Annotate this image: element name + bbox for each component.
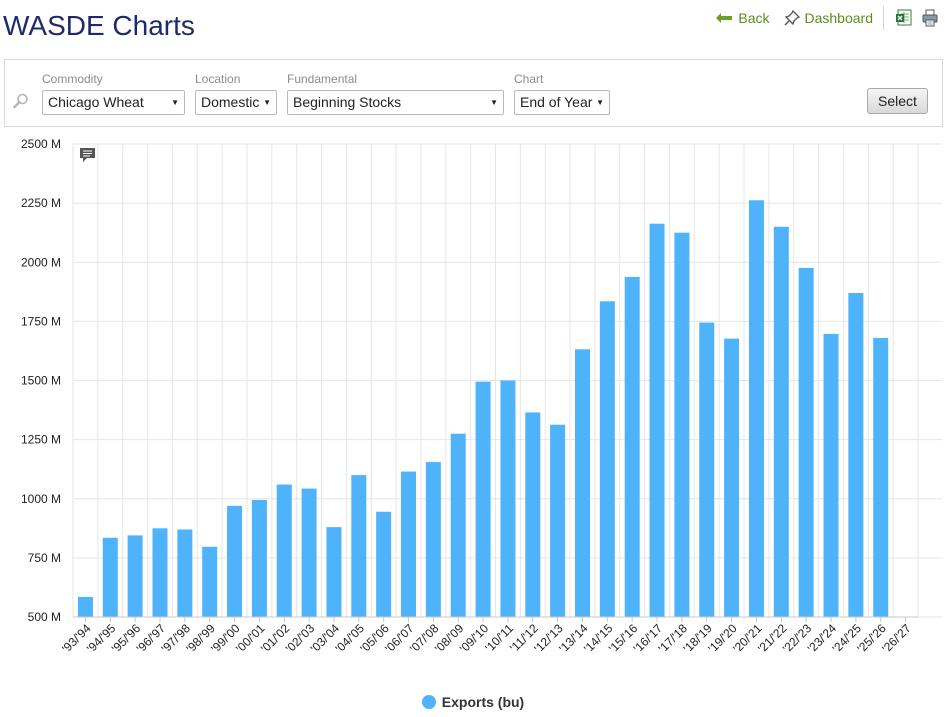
chart-filter: Chart End of Year ▼ bbox=[514, 71, 610, 115]
x-tick-label: '09/'10 bbox=[457, 621, 492, 656]
y-tick-label: 2250 M bbox=[21, 196, 61, 210]
chart-label: Chart bbox=[514, 72, 544, 86]
commodity-select[interactable]: Chicago Wheat ▼ bbox=[42, 90, 185, 115]
fundamental-value: Beginning Stocks bbox=[293, 94, 402, 110]
bar bbox=[475, 381, 491, 617]
location-select[interactable]: Domestic ▼ bbox=[195, 90, 277, 115]
pin-icon bbox=[783, 10, 800, 26]
commodity-label: Commodity bbox=[42, 72, 103, 86]
back-link-label: Back bbox=[738, 10, 770, 26]
commodity-filter: Commodity Chicago Wheat ▼ bbox=[42, 71, 185, 115]
bar bbox=[699, 322, 715, 617]
y-tick-label: 750 M bbox=[28, 551, 61, 565]
chart-value: End of Year bbox=[520, 94, 593, 110]
bar bbox=[748, 200, 764, 618]
y-tick-label: 500 M bbox=[28, 610, 61, 624]
dashboard-link[interactable]: Dashboard bbox=[783, 10, 874, 26]
bar bbox=[674, 232, 690, 617]
bar bbox=[102, 537, 118, 617]
y-tick-label: 2000 M bbox=[21, 255, 61, 269]
bar bbox=[251, 499, 267, 617]
bar bbox=[152, 528, 168, 617]
fundamental-select[interactable]: Beginning Stocks ▼ bbox=[287, 90, 504, 115]
bar bbox=[401, 471, 417, 617]
fundamental-filter: Fundamental Beginning Stocks ▼ bbox=[287, 71, 504, 115]
x-tick-label: '26/'27 bbox=[879, 621, 914, 656]
bar bbox=[450, 433, 466, 617]
legend-swatch[interactable] bbox=[421, 695, 436, 709]
y-tick-label: 1000 M bbox=[21, 492, 61, 506]
bar bbox=[525, 412, 541, 617]
chevron-down-icon: ▼ bbox=[263, 98, 271, 107]
magnifier-icon[interactable] bbox=[12, 92, 30, 110]
bar bbox=[127, 535, 143, 617]
location-value: Domestic bbox=[201, 94, 260, 110]
back-arrow-icon bbox=[716, 13, 733, 23]
bar bbox=[326, 527, 342, 617]
bar bbox=[649, 223, 665, 617]
dashboard-link-label: Dashboard bbox=[804, 10, 874, 26]
location-filter: Location Domestic ▼ bbox=[195, 71, 277, 115]
bar bbox=[773, 226, 789, 617]
chevron-down-icon: ▼ bbox=[490, 98, 498, 107]
excel-export-icon[interactable] bbox=[894, 8, 914, 28]
bar bbox=[823, 333, 839, 617]
bar bbox=[376, 511, 392, 617]
legend: Exports (bu) bbox=[0, 694, 946, 710]
bar bbox=[848, 292, 864, 617]
bar-chart: 500 M 750 M 1000 M 1250 M 1500 M 1750 M 2000 M… bbox=[21, 137, 942, 656]
y-tick-label: 1750 M bbox=[21, 314, 61, 328]
bar bbox=[227, 505, 243, 617]
bar bbox=[351, 475, 367, 617]
comment-icon[interactable] bbox=[80, 148, 95, 162]
chart-select[interactable]: End of Year ▼ bbox=[514, 90, 610, 115]
filter-bar: Commodity Chicago Wheat ▼ Location Domes… bbox=[4, 59, 943, 127]
chart-area: 500 M 750 M 1000 M 1250 M 1500 M 1750 M 2000 M… bbox=[0, 130, 946, 717]
legend-label[interactable]: Exports (bu) bbox=[442, 694, 524, 710]
commodity-value: Chicago Wheat bbox=[48, 94, 144, 110]
bar bbox=[276, 484, 292, 617]
fundamental-label: Fundamental bbox=[287, 72, 358, 86]
bar bbox=[624, 276, 640, 617]
page-title: WASDE Charts bbox=[3, 10, 195, 41]
bar bbox=[724, 338, 740, 617]
chevron-down-icon: ▼ bbox=[171, 98, 179, 107]
bar bbox=[301, 488, 317, 617]
bar bbox=[425, 462, 441, 617]
bar bbox=[574, 349, 590, 617]
select-button[interactable]: Select bbox=[867, 88, 928, 114]
bar bbox=[77, 596, 93, 617]
chevron-down-icon: ▼ bbox=[596, 98, 604, 107]
bar bbox=[798, 267, 814, 617]
y-tick-label: 1500 M bbox=[21, 374, 61, 388]
header-actions: Back Dashboard bbox=[715, 6, 946, 30]
bar bbox=[599, 301, 615, 617]
header-divider bbox=[883, 6, 884, 30]
print-icon[interactable] bbox=[920, 8, 940, 28]
bar bbox=[873, 337, 889, 617]
y-tick-label: 1250 M bbox=[21, 433, 61, 447]
bar bbox=[202, 546, 218, 617]
bar bbox=[500, 380, 516, 617]
bar bbox=[177, 529, 193, 617]
bar bbox=[550, 424, 566, 617]
back-link[interactable]: Back bbox=[715, 10, 770, 26]
y-tick-label: 2500 M bbox=[21, 137, 61, 151]
location-label: Location bbox=[195, 72, 241, 86]
